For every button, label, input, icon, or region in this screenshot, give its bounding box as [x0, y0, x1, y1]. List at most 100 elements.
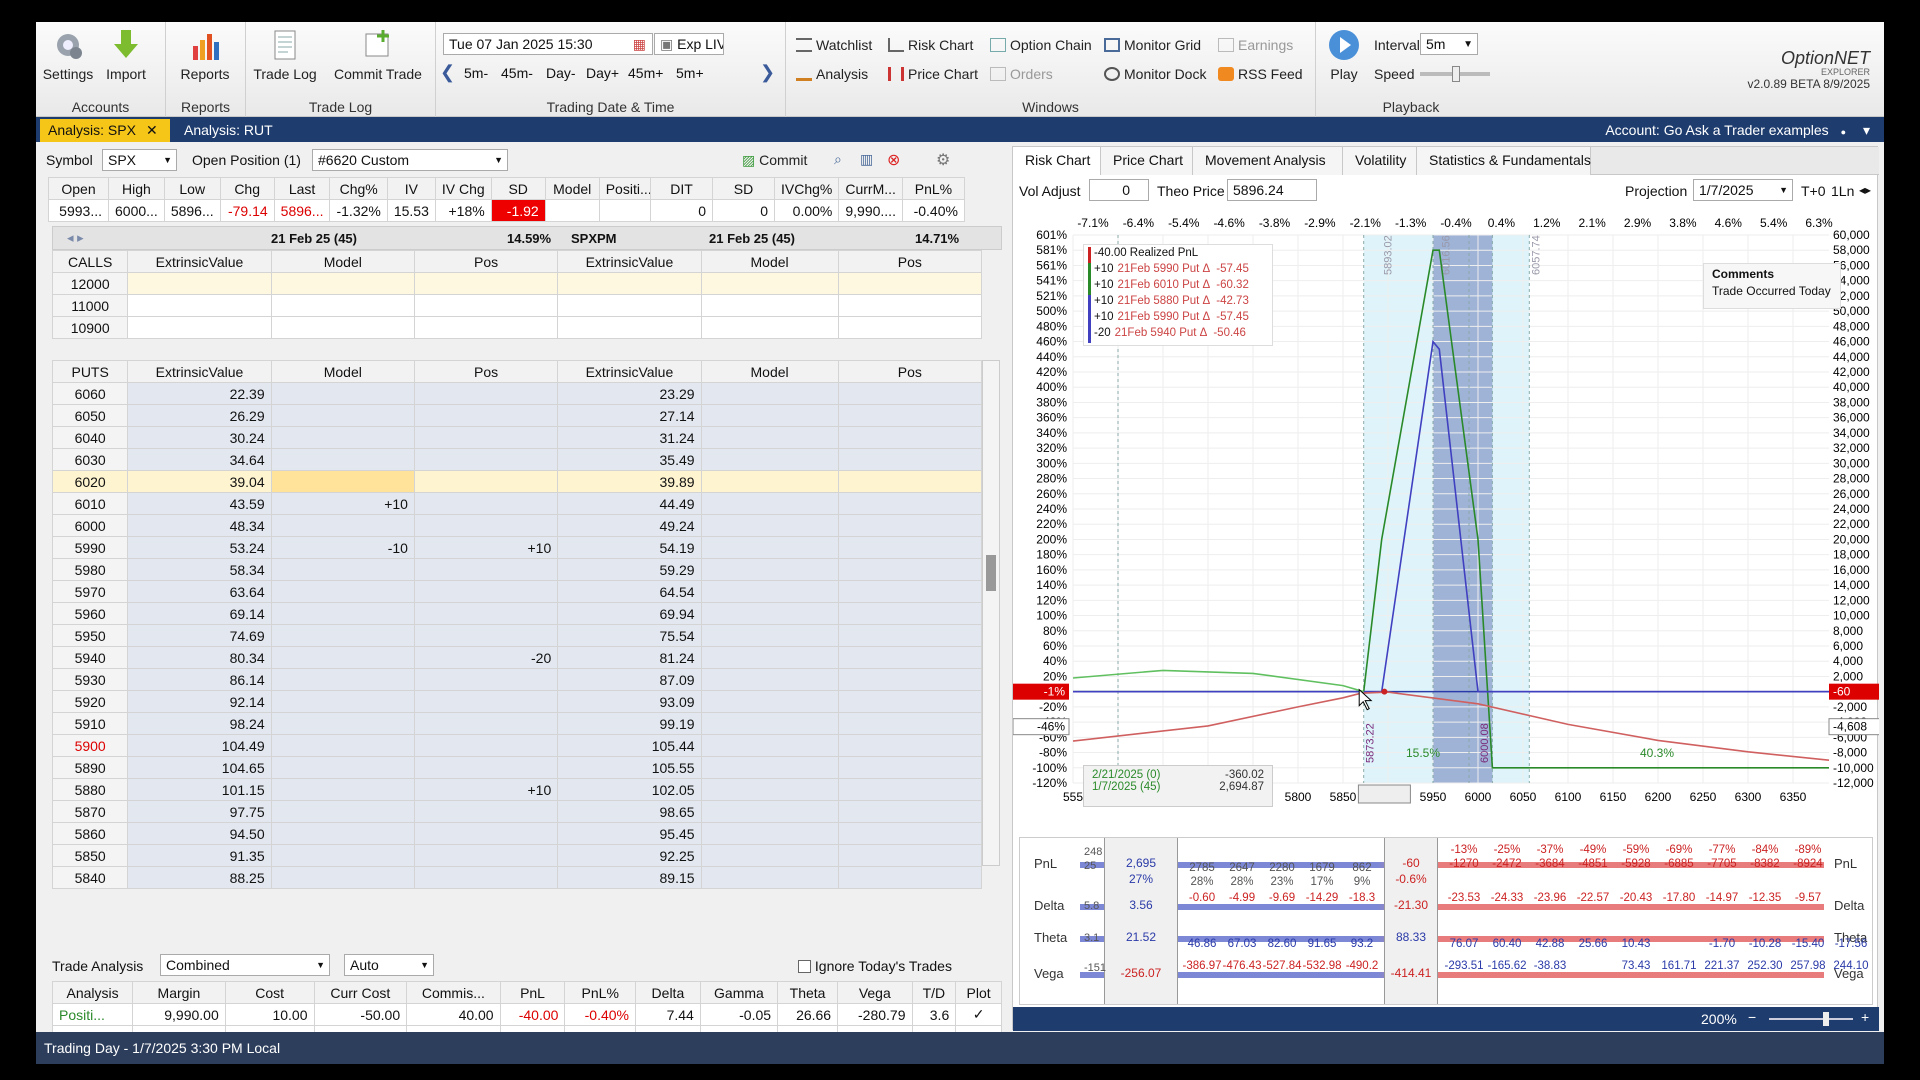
pos-right-cell[interactable] — [837, 404, 983, 427]
extrinsic-cell[interactable]: 86.14 — [127, 668, 272, 691]
call-cell[interactable] — [270, 272, 415, 295]
pos-cell[interactable] — [413, 800, 559, 823]
pos-cell[interactable] — [413, 448, 559, 471]
extrinsic-cell[interactable]: 91.35 — [127, 844, 272, 867]
speed-slider-thumb[interactable] — [1452, 66, 1460, 82]
play-button[interactable]: Play — [1320, 28, 1368, 82]
extrinsic-cell[interactable]: 63.64 — [127, 580, 272, 603]
trade-log-button[interactable]: Trade Log — [250, 28, 320, 82]
model-right-cell[interactable] — [700, 580, 839, 603]
extrinsic-cell[interactable]: 39.04 — [127, 470, 272, 493]
extrinsic-right-cell[interactable]: 64.54 — [557, 580, 702, 603]
trade-analysis-mode-select[interactable]: Combined ▼ — [160, 954, 330, 976]
risk-chart-button[interactable]: Risk Chart — [888, 37, 973, 53]
commit-trade-button[interactable]: Commit Trade — [328, 28, 428, 82]
step-45m-forward[interactable]: 45m+ — [628, 65, 663, 81]
put-row[interactable]: 5920 92.14 93.09 — [51, 690, 983, 713]
put-row[interactable]: 6050 26.29 27.14 — [51, 404, 983, 427]
extrinsic-cell[interactable]: 80.34 — [127, 646, 272, 669]
symbol-select[interactable]: SPX ▼ — [102, 149, 177, 171]
step-back-icon[interactable]: ❮ — [440, 62, 455, 83]
search-icon[interactable]: ⌕ — [834, 151, 842, 168]
cancel-icon[interactable]: ⊗ — [887, 150, 900, 170]
extrinsic-cell[interactable]: 22.39 — [127, 382, 272, 405]
model-right-cell[interactable] — [700, 492, 839, 515]
earnings-button[interactable]: Earnings — [1218, 37, 1293, 53]
model-right-cell[interactable] — [700, 470, 839, 493]
pos-cell[interactable] — [413, 734, 559, 757]
extrinsic-right-cell[interactable]: 102.05 — [557, 778, 702, 801]
pos-cell[interactable] — [413, 602, 559, 625]
account-label[interactable]: Account: Go Ask a Trader examples ● — [1597, 119, 1854, 142]
pos-cell[interactable]: +10 — [413, 536, 559, 559]
put-row[interactable]: 6040 30.24 31.24 — [51, 426, 983, 449]
pos-cell[interactable] — [413, 866, 559, 889]
call-cell[interactable] — [837, 272, 983, 295]
pos-cell[interactable] — [413, 690, 559, 713]
ta-row[interactable]: Positi... 9,990.00 10.00 -50.00 40.00 -40.00-… — [51, 1003, 1002, 1026]
model-cell[interactable] — [270, 712, 415, 735]
model-right-cell[interactable] — [700, 712, 839, 735]
call-cell[interactable] — [700, 294, 839, 317]
model-right-cell[interactable] — [700, 514, 839, 537]
tab-movement-analysis[interactable]: Movement Analysis — [1193, 147, 1343, 175]
watchlist-button[interactable]: Watchlist — [796, 37, 872, 53]
lines-label[interactable]: 1Ln — [1831, 183, 1854, 199]
speed-slider[interactable] — [1420, 66, 1490, 82]
pos-right-cell[interactable] — [837, 514, 983, 537]
extrinsic-cell[interactable]: 53.24 — [127, 536, 272, 559]
prev-exp-icon[interactable]: ◂ ▸ — [67, 230, 84, 246]
pos-cell[interactable] — [413, 580, 559, 603]
pos-cell[interactable] — [413, 558, 559, 581]
zoom-in-icon[interactable]: + — [1861, 1009, 1869, 1025]
extrinsic-cell[interactable]: 98.24 — [127, 712, 272, 735]
extrinsic-cell[interactable]: 104.65 — [127, 756, 272, 779]
extrinsic-right-cell[interactable]: 31.24 — [557, 426, 702, 449]
pos-cell[interactable] — [413, 712, 559, 735]
step-day-back[interactable]: Day- — [546, 65, 576, 81]
step-5m-forward[interactable]: 5m+ — [676, 65, 704, 81]
close-icon[interactable]: ✕ — [146, 122, 158, 138]
call-cell[interactable] — [413, 316, 559, 339]
call-cell[interactable] — [700, 316, 839, 339]
pos-cell[interactable] — [413, 624, 559, 647]
model-right-cell[interactable] — [700, 734, 839, 757]
put-row[interactable]: 5850 91.35 92.25 — [51, 844, 983, 867]
pos-cell[interactable] — [413, 844, 559, 867]
step-day-forward[interactable]: Day+ — [586, 65, 619, 81]
call-cell[interactable] — [127, 316, 272, 339]
extrinsic-cell[interactable]: 92.14 — [127, 690, 272, 713]
model-right-cell[interactable] — [700, 822, 839, 845]
put-row[interactable]: 5990 53.24 -10 +10 54.19 — [51, 536, 983, 559]
pos-right-cell[interactable] — [837, 844, 983, 867]
tab-price-chart[interactable]: Price Chart — [1101, 147, 1193, 175]
model-cell[interactable]: -10 — [270, 536, 415, 559]
extrinsic-right-cell[interactable]: 89.15 — [557, 866, 702, 889]
pos-right-cell[interactable] — [837, 822, 983, 845]
tab-volatility[interactable]: Volatility — [1343, 147, 1417, 175]
pos-cell[interactable] — [413, 514, 559, 537]
model-cell[interactable] — [270, 756, 415, 779]
reports-button[interactable]: Reports — [174, 28, 236, 82]
put-row[interactable]: 5890 104.65 105.55 — [51, 756, 983, 779]
put-row[interactable]: 5980 58.34 59.29 — [51, 558, 983, 581]
pos-right-cell[interactable] — [837, 800, 983, 823]
call-cell[interactable] — [837, 316, 983, 339]
put-row[interactable]: 6010 43.59 +10 44.49 — [51, 492, 983, 515]
extrinsic-cell[interactable]: 94.50 — [127, 822, 272, 845]
import-button[interactable]: Import — [100, 28, 152, 82]
put-row[interactable]: 5960 69.14 69.94 — [51, 602, 983, 625]
put-row[interactable]: 5940 80.34 -20 81.24 — [51, 646, 983, 669]
menu-chevron-icon[interactable]: ▾ — [1855, 119, 1878, 142]
pos-right-cell[interactable] — [837, 536, 983, 559]
tab-analysis-spx[interactable]: Analysis: SPX ✕ — [40, 119, 170, 142]
pos-right-cell[interactable] — [837, 470, 983, 493]
extrinsic-cell[interactable]: 74.69 — [127, 624, 272, 647]
model-right-cell[interactable] — [700, 624, 839, 647]
columns-icon[interactable]: ▥ — [860, 151, 873, 168]
model-cell[interactable] — [270, 404, 415, 427]
put-row[interactable]: 6030 34.64 35.49 — [51, 448, 983, 471]
call-cell[interactable] — [557, 316, 702, 339]
extrinsic-right-cell[interactable]: 49.24 — [557, 514, 702, 537]
model-right-cell[interactable] — [700, 404, 839, 427]
